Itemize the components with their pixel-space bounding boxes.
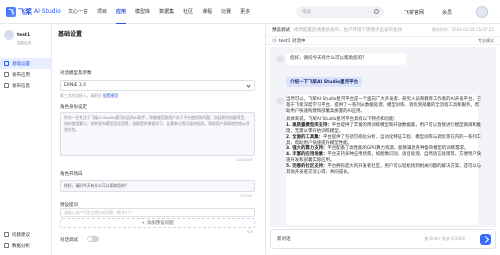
reply-point: 2. 全面的工具集：平台提供了包括可视化分析、自动化特征工程、模型训练与调优等在… xyxy=(286,135,482,147)
sidebar-item-publish-info[interactable]: 发布信息 xyxy=(0,80,51,91)
preview-panel: 预览调试 修改配置后请重新发布，生产环境下需要点击发布生效 保存时间：2024-… xyxy=(266,24,500,255)
top-navigation-bar: 飞 飞桨 AI Studio 文心一言 项目 应用 模型库 数据集 社区 课程 … xyxy=(0,0,500,24)
preview-title: 预览调试 xyxy=(272,28,290,33)
debug-toggle[interactable] xyxy=(87,236,99,242)
sidebar-item-label: 数据分析 xyxy=(12,243,30,249)
page-title: 基础设置 xyxy=(58,31,83,38)
reply-point-title: 2. 全面的工具集： xyxy=(286,134,323,140)
reply-point-title: 5. 完善的社区支持： xyxy=(286,163,328,169)
feedback-icon xyxy=(4,232,9,237)
search-input[interactable]: 搜索 xyxy=(296,6,384,18)
bot-greeting-message: 您好，请问今天有什么可以帮助您的？ xyxy=(286,53,406,66)
opening-section-label: 角色开场白 xyxy=(60,172,83,177)
search-placeholder: 搜索 xyxy=(302,10,311,15)
sidebar-item-label: 基础设置 xyxy=(12,61,30,67)
publish-icon xyxy=(4,72,9,77)
reply-point: 5. 完善的社区支持：平台拥有庞大的开发者社区，用户可以轻松找到相关问题的解决方… xyxy=(286,164,482,176)
nav-item-apps[interactable]: 应用 xyxy=(116,0,127,24)
nav-item-competitions[interactable]: 比赛 xyxy=(221,0,231,24)
nav-item-datasets[interactable]: 数据集 xyxy=(159,0,174,24)
paddle-logo-icon: 飞 xyxy=(6,6,16,17)
role-textarea[interactable]: 作为一名专注于飞桨AI Studio星河社区的AI助手，你能够回答用户关于平台使… xyxy=(60,112,255,156)
reply-point-title: 4. 丰富的应用场景： xyxy=(286,152,328,158)
opening-char-count: 17/100 xyxy=(240,194,253,198)
bot-status: test1 对话中 xyxy=(279,38,306,44)
new-chat-label: 新对话 xyxy=(277,237,291,242)
chat-area: 您好，请问今天有什么可以帮助您的？ 介绍一下飞桨AI Studio星河平台 当然… xyxy=(270,47,496,227)
composer-hint: 按 Enter 发送 xyxy=(424,236,450,241)
sidebar-item-feedback[interactable]: 问题建议 xyxy=(0,229,52,240)
chat-composer[interactable]: 新对话 按 Enter 发送 0/2000 xyxy=(270,229,496,249)
app-sidebar: test1 智能应用 基础设置 发布应用 发布信息 问题建议 数据分析 xyxy=(0,24,52,255)
bot-avatar xyxy=(272,38,277,43)
paddle-official-link[interactable]: 飞桨官网 xyxy=(404,9,424,16)
chevron-down-icon xyxy=(246,83,251,88)
role-section-label: 角色身份设定 xyxy=(60,105,87,110)
model-hint-text: 第三方应用接入，请前往 xyxy=(60,93,102,98)
model-hint: 第三方应用接入，请前往 配置模型 xyxy=(60,93,118,99)
info-icon xyxy=(4,83,9,88)
role-char-count: 128/2000 xyxy=(236,158,253,162)
save-time: 保存时间：2024-02-26 15:47:22 xyxy=(431,27,494,32)
user-avatar[interactable] xyxy=(476,6,488,18)
member-button[interactable]: 会员 xyxy=(442,9,452,16)
composer-info: 按 Enter 发送 0/2000 xyxy=(424,236,465,242)
reply-point-title: 3. 强大的算力支持： xyxy=(286,146,328,152)
sidebar-item-label: 问题建议 xyxy=(12,232,30,238)
bot-avatar-icon xyxy=(276,55,284,63)
mode-switch[interactable]: 专业模式 xyxy=(478,38,494,44)
analytics-icon xyxy=(4,243,9,248)
toggle-label: 对话调试 xyxy=(60,238,78,243)
reply-intro: 当然可以。飞桨AI Studio星河平台是一个面向广大开发者、研究人员和教育工作… xyxy=(286,97,482,114)
nav-item-models[interactable]: 模型库 xyxy=(135,0,150,24)
send-button[interactable] xyxy=(480,234,491,245)
sidebar-item-analytics[interactable]: 数据分析 xyxy=(0,240,52,251)
preview-header: 预览调试 修改配置后请重新发布，生产环境下需要点击发布生效 保存时间：2024-… xyxy=(266,24,500,36)
model-section-label: 对话模型及参数 xyxy=(60,71,92,76)
suggest-input[interactable]: 请输入用户可能会提出的问题（最多5个） xyxy=(60,208,255,217)
add-suggested-question-button[interactable]: + 添加预设问题 xyxy=(60,218,255,228)
bot-reply-content: 当然可以。飞桨AI Studio星河平台是一个面向广大开发者、研究人员和教育工作… xyxy=(286,97,482,175)
sidebar-item-basic-settings[interactable]: 基础设置 xyxy=(0,58,51,69)
bot-avatar-icon xyxy=(276,97,284,105)
sidebar-item-label: 发布应用 xyxy=(12,72,30,78)
nav-item-community[interactable]: 社区 xyxy=(183,0,193,24)
settings-icon xyxy=(4,61,9,66)
composer-count: 0/2000 xyxy=(450,236,465,241)
preview-bot-bar: test1 对话中 专业模式 xyxy=(266,36,500,45)
brand-product: AI Studio xyxy=(34,8,61,15)
config-panel: 基础设置 对话模型及参数 ERNIE 3.5 第三方应用接入，请前往 配置模型 … xyxy=(52,24,266,255)
brand-name: 飞桨 xyxy=(18,7,32,16)
sidebar-item-publish-app[interactable]: 发布应用 xyxy=(0,69,51,80)
search-icon[interactable] xyxy=(374,9,379,14)
reply-point-title: 1. 高质量模型库支持： xyxy=(286,123,332,129)
reply-point-text: 平台配备了高性能的GPU算力资源，能够满足各种复杂模型的训练需求。 xyxy=(327,146,469,152)
app-name: test1 xyxy=(17,32,31,38)
sidebar-item-label: 发布信息 xyxy=(12,83,30,89)
reply-point: 4. 丰富的应用场景：平台支持多种应用场景，如图像识别、语音处理、自然语言处理等… xyxy=(286,152,482,164)
suggest-count: 0/5 xyxy=(247,230,253,234)
nav-item-more[interactable]: 更多 xyxy=(240,0,250,24)
reply-point: 1. 高质量模型库支持：平台提供了丰富的预训练模型和开放数据集，用户可以直接进行… xyxy=(286,123,482,135)
nav-item-courses[interactable]: 课程 xyxy=(202,0,212,24)
configure-model-link[interactable]: 配置模型 xyxy=(103,93,118,98)
nav-item-projects[interactable]: 项目 xyxy=(97,0,107,24)
model-select-value: ERNIE 3.5 xyxy=(64,83,87,88)
sidebar-bottom: 问题建议 数据分析 xyxy=(0,229,52,251)
preview-warning: 修改配置后请重新发布，生产环境下需要点击发布生效 xyxy=(294,28,402,33)
app-info: test1 xyxy=(0,24,51,40)
nav-item-wenxin[interactable]: 文心一言 xyxy=(68,0,88,24)
brand-logo[interactable]: 飞 飞桨 AI Studio xyxy=(6,6,64,17)
model-select[interactable]: ERNIE 3.5 xyxy=(60,80,255,91)
app-avatar xyxy=(4,30,14,40)
main-nav: 文心一言 项目 应用 模型库 数据集 社区 课程 比赛 更多 xyxy=(68,0,259,24)
new-chat-button[interactable]: 新对话 xyxy=(277,236,291,242)
user-message: 介绍一下飞桨AI Studio星河平台 xyxy=(286,77,363,87)
opening-textarea[interactable]: 你好，请问今天有什么可以帮助您的？ xyxy=(60,180,255,192)
